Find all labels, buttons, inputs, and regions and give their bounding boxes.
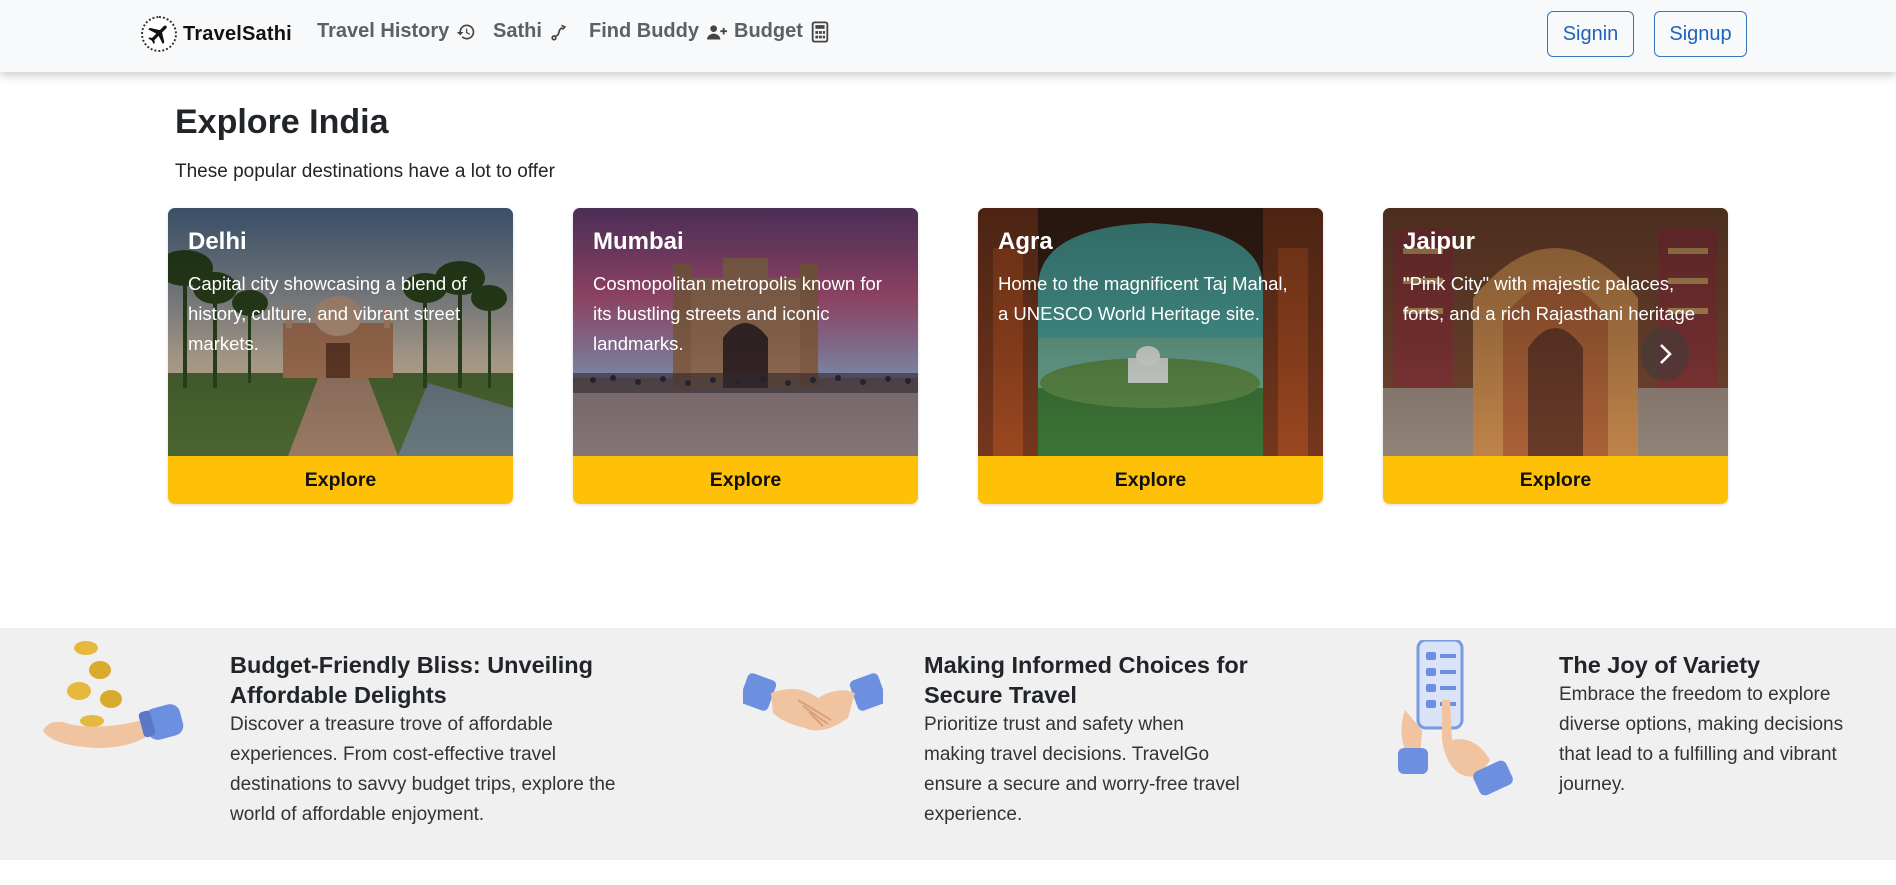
card-title: Mumbai xyxy=(593,228,684,255)
feature-title: The Joy of Variety xyxy=(1559,652,1761,678)
destination-card-mumbai: Mumbai Cosmopolitan metropolis known for… xyxy=(573,208,918,504)
card-description: Capital city showcasing a blend of histo… xyxy=(188,273,467,354)
card-title: Delhi xyxy=(188,228,247,255)
feature-title: Making Informed Choices for Secure Trave… xyxy=(924,652,1248,708)
brand[interactable]: TravelSathi xyxy=(141,16,292,52)
card-description: "Pink City" with majestic palaces, forts… xyxy=(1403,273,1696,324)
destination-card-agra: Agra Home to the magnificent Taj Mahal, … xyxy=(978,208,1323,504)
explore-button-delhi[interactable]: Explore xyxy=(168,456,513,504)
signup-button[interactable]: Signup xyxy=(1654,11,1747,57)
top-navbar: TravelSathi Travel History Sathi Find Bu… xyxy=(0,0,1896,72)
nav-sathi-label: Sathi xyxy=(493,20,542,42)
nav-travel-history-label: Travel History xyxy=(317,20,450,42)
card-description: Home to the magnificent Taj Mahal, a UNE… xyxy=(998,273,1288,324)
nav-find-buddy[interactable]: Find Buddy xyxy=(589,20,728,43)
history-icon xyxy=(457,24,475,39)
nav-travel-history[interactable]: Travel History xyxy=(317,20,476,43)
chevron-right-icon xyxy=(1660,344,1672,364)
card-title: Jaipur xyxy=(1403,228,1476,255)
nav-budget-label: Budget xyxy=(734,20,803,42)
explore-button-jaipur[interactable]: Explore xyxy=(1383,456,1728,504)
card-title: Agra xyxy=(998,228,1053,255)
brand-name: TravelSathi xyxy=(183,22,292,45)
nav-find-buddy-label: Find Buddy xyxy=(589,20,699,42)
coins-hand-icon xyxy=(43,641,184,748)
route-icon xyxy=(551,24,567,40)
nav-budget[interactable]: Budget xyxy=(734,20,830,43)
person-add-icon xyxy=(706,24,727,39)
explore-button-mumbai[interactable]: Explore xyxy=(573,456,918,504)
page-subtitle: These popular destinations have a lot to… xyxy=(175,161,555,182)
feature-text: Embrace the freedom to explore diverse o… xyxy=(1559,684,1844,795)
signin-button[interactable]: Signin xyxy=(1547,11,1634,57)
feature-title: Budget-Friendly Bliss: Unveiling Afforda… xyxy=(230,652,593,708)
handshake-icon xyxy=(743,673,883,731)
airplane-logo-icon xyxy=(141,16,177,52)
feature-text: Discover a treasure trove of affordable … xyxy=(230,714,616,825)
features-section: Budget-Friendly Bliss: Unveiling Afforda… xyxy=(0,628,1896,860)
carousel-next-button[interactable] xyxy=(1641,327,1689,381)
card-description: Cosmopolitan metropolis known for its bu… xyxy=(593,273,882,354)
nav-sathi[interactable]: Sathi xyxy=(493,20,569,43)
calculator-icon xyxy=(811,20,829,43)
feature-text: Prioritize trust and safety when making … xyxy=(924,714,1240,825)
explore-button-agra[interactable]: Explore xyxy=(978,456,1323,504)
page-title: Explore India xyxy=(175,103,389,141)
phone-checklist-icon xyxy=(1398,640,1513,796)
destination-card-delhi: Delhi Capital city showcasing a blend of… xyxy=(168,208,513,504)
